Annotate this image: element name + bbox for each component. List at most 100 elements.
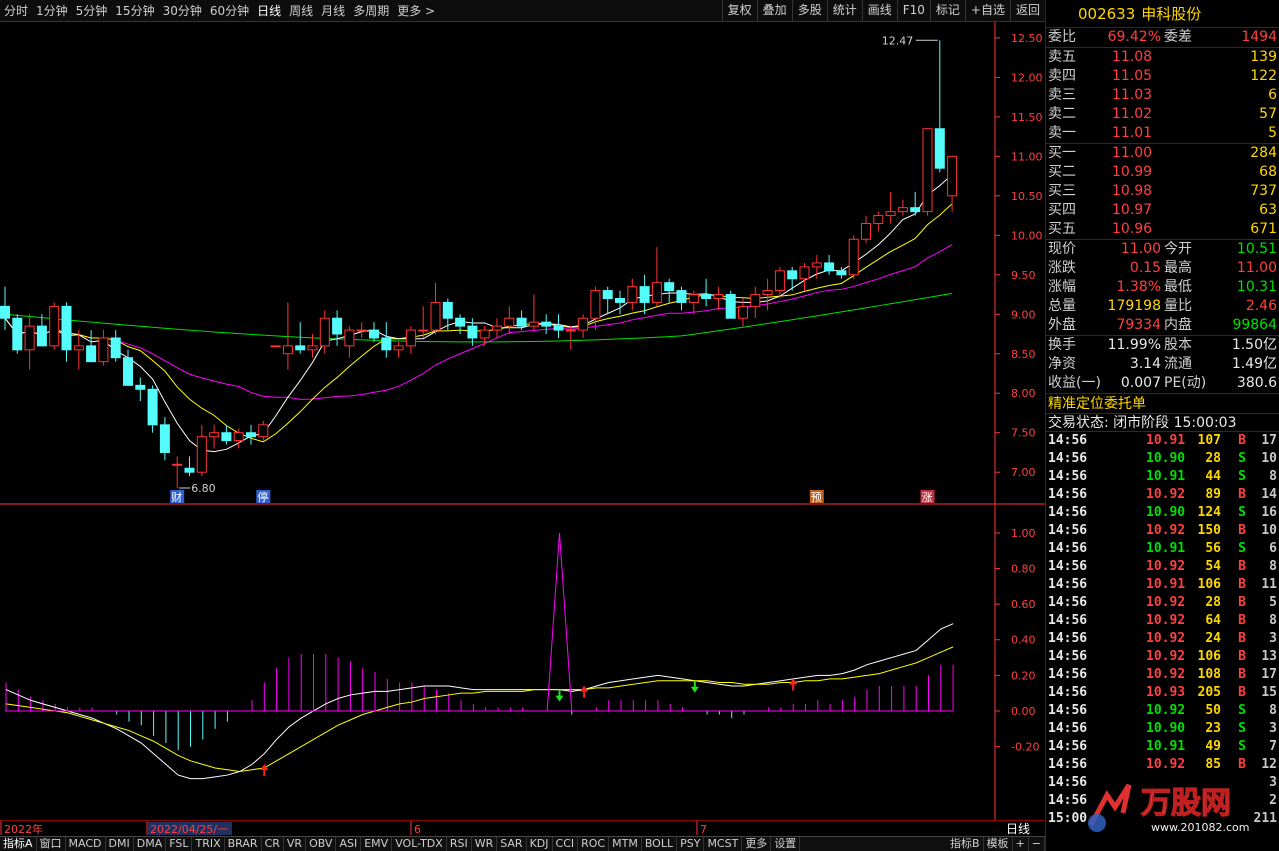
tab-right-0[interactable]: 指标B	[947, 837, 984, 851]
candle[interactable]	[799, 262, 810, 291]
tab-22[interactable]: PSY	[677, 837, 705, 851]
candle[interactable]	[86, 330, 97, 363]
candle[interactable]	[196, 424, 207, 477]
tab-23[interactable]: MCST	[704, 837, 743, 851]
tab-24[interactable]: 更多	[742, 837, 772, 851]
candle[interactable]	[602, 286, 613, 315]
candle[interactable]	[861, 215, 871, 244]
tool-button-7[interactable]: +自选	[964, 0, 1010, 22]
candle[interactable]	[590, 286, 601, 331]
candle[interactable]	[553, 314, 564, 338]
tab-10[interactable]: OBV	[306, 837, 337, 851]
candle[interactable]	[947, 155, 958, 212]
candle[interactable]	[172, 456, 183, 488]
candle[interactable]	[123, 349, 133, 386]
precise-order-link[interactable]: 精准定位委托单	[1046, 393, 1279, 413]
candle[interactable]	[110, 330, 121, 362]
period-2[interactable]: 5分钟	[72, 0, 112, 22]
candle[interactable]	[209, 424, 220, 449]
buy-order-row[interactable]: 买二 10.99 68	[1046, 163, 1279, 182]
tool-button-8[interactable]: 返回	[1009, 0, 1045, 22]
tab-11[interactable]: ASI	[336, 837, 362, 851]
period-9[interactable]: 多周期	[349, 0, 393, 22]
tick-list[interactable]: 14:56 10.91 107 B 17 14:56 10.90 28 S 10 14:56 10.9…	[1046, 432, 1279, 828]
candle[interactable]	[98, 330, 109, 366]
candle[interactable]	[246, 424, 256, 445]
candle[interactable]	[873, 211, 884, 232]
candle[interactable]	[934, 40, 945, 173]
candle[interactable]	[73, 330, 84, 370]
tool-button-5[interactable]: F10	[896, 0, 930, 22]
tab-right-2[interactable]: +	[1013, 837, 1029, 851]
candle[interactable]	[664, 278, 675, 303]
tab-7[interactable]: BRAR	[225, 837, 262, 851]
candle[interactable]	[369, 322, 379, 342]
tab-right-3[interactable]: −	[1029, 837, 1045, 851]
candle[interactable]	[651, 247, 662, 307]
tab-6[interactable]: TRIX	[192, 837, 225, 851]
sell-order-row[interactable]: 卖四 11.05 122	[1046, 67, 1279, 86]
period-8[interactable]: 月线	[317, 0, 349, 22]
period-7[interactable]: 周线	[285, 0, 317, 22]
tool-button-2[interactable]: 多股	[791, 0, 827, 22]
tab-19[interactable]: ROC	[578, 837, 610, 851]
kline-chart[interactable]: 申科股份(日线,前复权) ⌄ MA5: 10.77 MA10: 10.32 MA…	[0, 22, 1045, 820]
tab-18[interactable]: CCI	[553, 837, 579, 851]
tab-8[interactable]: CR	[262, 837, 284, 851]
candle[interactable]	[49, 302, 60, 350]
tool-button-6[interactable]: 标记	[929, 0, 965, 22]
buy-order-row[interactable]: 买三 10.98 737	[1046, 182, 1279, 201]
candle[interactable]	[701, 278, 712, 307]
tab-12[interactable]: EMV	[361, 837, 393, 851]
candle[interactable]	[381, 322, 392, 358]
tab-0[interactable]: 指标A	[0, 837, 37, 851]
candle[interactable]	[393, 341, 404, 358]
tab-2[interactable]: MACD	[66, 837, 106, 851]
candle[interactable]	[787, 266, 798, 291]
period-0[interactable]: 分时	[0, 0, 32, 22]
sell-order-row[interactable]: 卖五 11.08 139	[1046, 48, 1279, 67]
tab-4[interactable]: DMA	[134, 837, 167, 851]
period-3[interactable]: 15分钟	[111, 0, 158, 22]
candle[interactable]	[922, 128, 933, 216]
candle[interactable]	[639, 274, 650, 315]
period-6[interactable]: 日线	[253, 0, 285, 22]
tool-button-1[interactable]: 叠加	[756, 0, 792, 22]
candle[interactable]	[897, 199, 908, 216]
buy-order-row[interactable]: 买四 10.97 63	[1046, 201, 1279, 220]
period-5[interactable]: 60分钟	[206, 0, 253, 22]
tab-16[interactable]: SAR	[497, 837, 527, 851]
candle[interactable]	[61, 302, 72, 362]
tab-25[interactable]: 设置	[771, 837, 801, 851]
candle[interactable]	[541, 314, 552, 335]
candle[interactable]	[848, 235, 859, 279]
candle[interactable]	[528, 294, 539, 331]
candle[interactable]	[24, 314, 35, 370]
candle[interactable]	[442, 298, 453, 331]
candle[interactable]	[430, 282, 441, 335]
candle[interactable]	[184, 456, 195, 477]
candle[interactable]	[762, 278, 773, 311]
candle[interactable]	[492, 318, 502, 338]
candle[interactable]	[713, 286, 724, 311]
candle[interactable]	[455, 314, 466, 335]
tab-21[interactable]: BOLL	[642, 837, 678, 851]
tab-15[interactable]: WR	[472, 837, 498, 851]
candle[interactable]	[885, 191, 896, 224]
candle[interactable]	[12, 314, 23, 354]
sell-order-row[interactable]: 卖二 11.02 57	[1046, 105, 1279, 124]
candle[interactable]	[270, 345, 281, 348]
candle[interactable]	[344, 326, 355, 358]
candle[interactable]	[688, 290, 699, 315]
candle[interactable]	[356, 322, 367, 338]
candle[interactable]	[750, 286, 761, 319]
candle[interactable]	[332, 310, 343, 346]
tab-17[interactable]: KDJ	[527, 837, 553, 851]
candle[interactable]	[295, 322, 306, 354]
candle[interactable]	[258, 420, 269, 441]
period-4[interactable]: 30分钟	[159, 0, 206, 22]
sell-order-row[interactable]: 卖一 11.01 5	[1046, 124, 1279, 143]
candle[interactable]	[36, 314, 47, 347]
candle[interactable]	[147, 385, 158, 433]
candle[interactable]	[479, 326, 490, 346]
